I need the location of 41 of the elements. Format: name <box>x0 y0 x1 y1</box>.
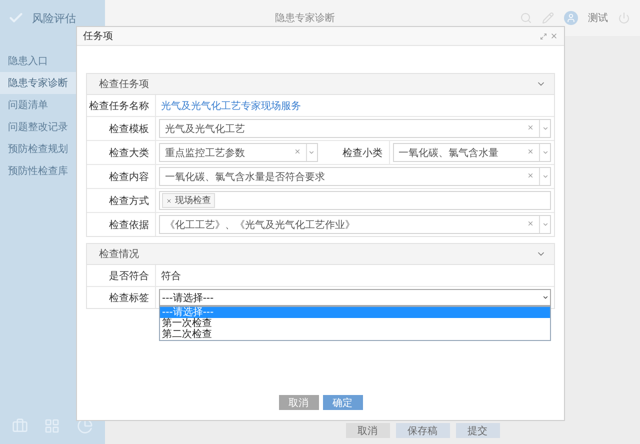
caret-icon <box>539 144 550 161</box>
tag-chip[interactable]: 现场检查 <box>162 193 215 208</box>
dropdown-option[interactable]: ---请选择--- <box>160 307 550 318</box>
select-field[interactable]: 光气及光气化工艺 <box>159 119 551 138</box>
caret-icon <box>539 120 550 137</box>
page-title: 隐患专家诊断 <box>275 12 336 25</box>
confirm-button[interactable]: 确定 <box>322 395 362 410</box>
field-label: 检查模板 <box>87 117 156 140</box>
footer-button[interactable]: 保存稿 <box>396 423 450 438</box>
footer-button[interactable]: 提交 <box>456 423 500 438</box>
field-label: 检查小类 <box>320 141 390 164</box>
select-field[interactable]: 一氧化碳、氯气含水量是否符合要求 <box>159 167 551 186</box>
task-name-link[interactable]: 光气及光气化工艺专家现场服务 <box>159 98 301 112</box>
field-value: 符合 <box>160 270 181 282</box>
close-icon[interactable] <box>550 32 558 40</box>
field-label: 检查标签 <box>87 287 156 308</box>
caret-icon <box>306 144 316 161</box>
remove-icon[interactable] <box>166 198 172 204</box>
field-label: 检查大类 <box>87 141 156 164</box>
tag-field[interactable]: 现场检查 <box>159 191 551 210</box>
dialog-title: 任务项 <box>83 30 114 43</box>
maximize-icon[interactable] <box>540 32 547 40</box>
tag-label: 现场检查 <box>175 194 211 207</box>
cancel-button[interactable]: 取消 <box>278 395 318 410</box>
pie-chart-icon[interactable] <box>76 418 93 434</box>
field-label: 检查内容 <box>87 165 156 188</box>
caret-icon <box>539 216 550 233</box>
select-field[interactable]: 重点监控工艺参数 <box>159 143 318 162</box>
section-title: 检查情况 <box>99 248 140 261</box>
select-field[interactable]: 一氧化碳、氯气含水量 <box>392 143 551 162</box>
field-label: 检查方式 <box>87 189 156 212</box>
field-label: 检查任务名称 <box>87 95 156 116</box>
caret-icon <box>539 168 550 185</box>
field-label: 是否符合 <box>87 265 156 286</box>
footer-button[interactable]: 取消 <box>346 423 390 438</box>
user-name[interactable]: 测试 <box>588 11 608 25</box>
app-title: 风险评估 <box>32 10 76 26</box>
select-field[interactable]: ---请选择--- <box>159 289 551 306</box>
select-field[interactable]: 《化工工艺》、《光气及光气化工艺作业》 <box>159 215 551 234</box>
field-label: 检查依据 <box>87 213 156 236</box>
avatar-icon[interactable] <box>564 11 578 25</box>
